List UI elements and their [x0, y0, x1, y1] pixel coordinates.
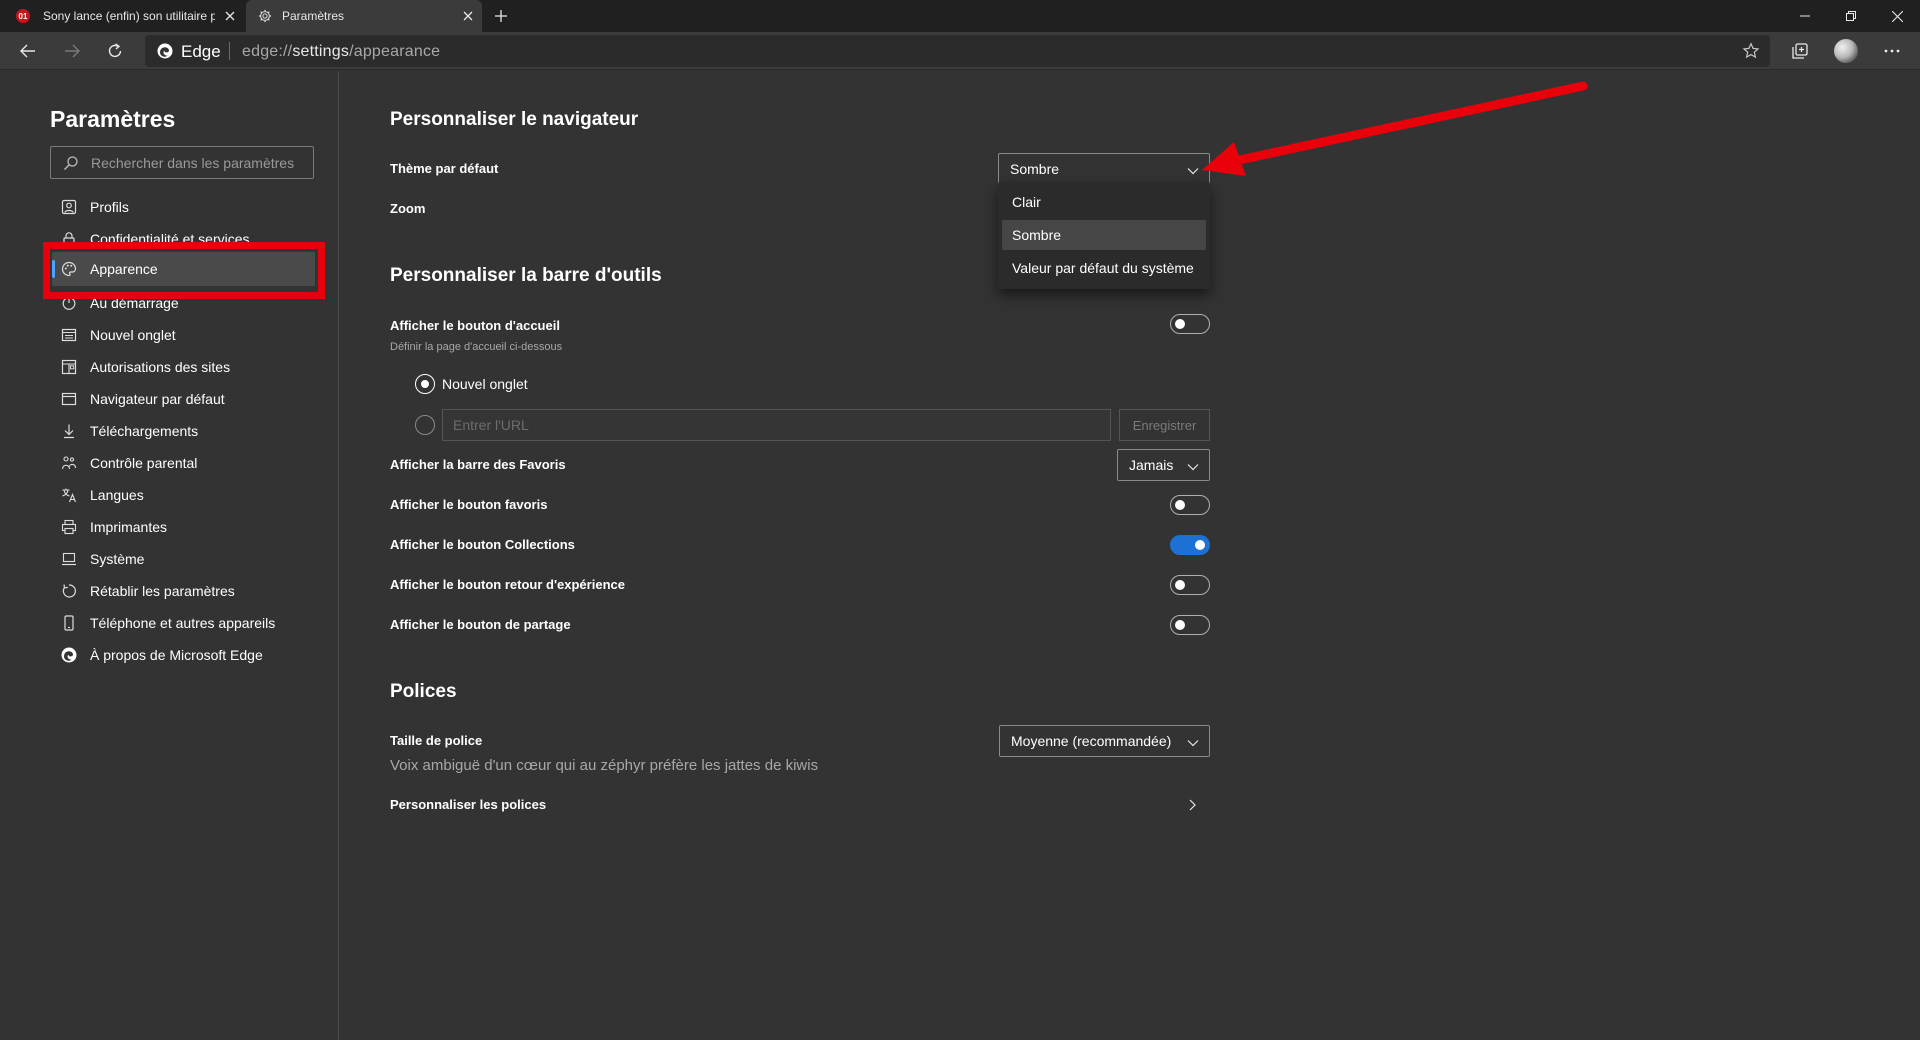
sidebar-item-languages[interactable]: Langues [52, 480, 322, 510]
close-icon[interactable] [460, 8, 476, 24]
search-input[interactable] [91, 152, 305, 174]
share-button-toggle[interactable] [1170, 615, 1210, 635]
profile-icon [61, 199, 77, 215]
radio-new-tab[interactable] [415, 374, 435, 394]
restore-icon[interactable] [1828, 0, 1874, 32]
site-permissions-icon [61, 359, 77, 375]
theme-option-system[interactable]: Valeur par défaut du système [1002, 253, 1206, 283]
collections-icon[interactable] [1786, 37, 1814, 65]
phone-icon [61, 615, 77, 631]
language-icon [61, 487, 77, 503]
search-icon [63, 155, 79, 171]
theme-option-dark[interactable]: Sombre [1002, 220, 1206, 250]
sidebar-item-parental-control[interactable]: Contrôle parental [52, 448, 322, 478]
home-page-hint: Définir la page d'accueil ci-dessous [390, 341, 563, 353]
feedback-button-label: Afficher le bouton retour d'expérience [390, 577, 625, 592]
forward-arrow-icon[interactable] [58, 37, 86, 65]
reset-icon [61, 583, 77, 599]
tab-title: Paramètres [282, 9, 345, 23]
section-title-browser: Personnaliser le navigateur [390, 109, 639, 130]
avatar[interactable] [1832, 37, 1860, 65]
theme-label: Thème par défaut [390, 161, 499, 176]
radio-custom-url[interactable] [415, 415, 435, 435]
sidebar-item-about[interactable]: À propos de Microsoft Edge [52, 640, 322, 670]
sidebar-item-default-browser[interactable]: Navigateur par défaut [52, 384, 322, 414]
home-url-input[interactable] [442, 409, 1111, 441]
feedback-button-toggle[interactable] [1170, 575, 1210, 595]
tab-bar: 01 Sony lance (enfin) son utilitaire p P… [0, 0, 1920, 32]
new-tab-icon [61, 327, 77, 343]
share-button-label: Afficher le bouton de partage [390, 617, 571, 632]
close-window-icon[interactable] [1874, 0, 1920, 32]
font-size-dropdown[interactable]: Moyenne (recommandée) [999, 725, 1210, 757]
annotation-highlight-box [43, 242, 325, 299]
printer-icon [61, 519, 77, 535]
favorites-button-label: Afficher le bouton favoris [390, 497, 548, 512]
annotation-arrow [1202, 81, 1588, 176]
collections-button-label: Afficher le bouton Collections [390, 537, 575, 552]
sidebar-item-downloads[interactable]: Téléchargements [52, 416, 322, 446]
theme-dropdown[interactable]: Sombre [998, 153, 1210, 185]
sidebar-item-reset[interactable]: Rétablir les paramètres [52, 576, 322, 606]
section-title-fonts: Polices [390, 681, 457, 702]
url-text[interactable]: edge://settings/appearance [242, 43, 440, 61]
save-button[interactable]: Enregistrer [1119, 409, 1210, 441]
tab-title: Sony lance (enfin) son utilitaire p [43, 9, 215, 23]
chevron-down-icon [1187, 736, 1199, 748]
computer-icon [61, 551, 77, 567]
favorites-bar-label: Afficher la barre des Favoris [390, 457, 566, 472]
sidebar-item-site-permissions[interactable]: Autorisations des sites [52, 352, 322, 382]
more-options-icon[interactable] [1878, 37, 1906, 65]
refresh-icon[interactable] [101, 37, 129, 65]
home-button-toggle[interactable] [1170, 314, 1210, 334]
edge-logo-icon [157, 43, 173, 59]
collections-button-toggle[interactable] [1170, 535, 1210, 555]
site-identity-label: Edge [181, 42, 221, 61]
browser-icon [61, 391, 77, 407]
favorites-bar-dropdown[interactable]: Jamais [1117, 449, 1210, 481]
family-icon [61, 455, 77, 471]
minimize-icon[interactable] [1782, 0, 1828, 32]
sidebar-title: Paramètres [50, 106, 176, 132]
section-title-toolbar: Personnaliser la barre d'outils [390, 265, 662, 286]
font-size-label: Taille de police [390, 733, 483, 748]
sidebar-item-profiles[interactable]: Profils [52, 192, 322, 222]
chevron-right-icon[interactable] [1185, 798, 1199, 812]
tab-article[interactable]: 01 Sony lance (enfin) son utilitaire p [0, 0, 243, 32]
sidebar-item-system[interactable]: Système [52, 544, 322, 574]
radio-new-tab-label: Nouvel onglet [442, 376, 528, 392]
edge-logo-icon [61, 647, 77, 663]
settings-sidebar: Paramètres Profils Confidentialité et se… [0, 71, 339, 1040]
download-icon [61, 423, 77, 439]
address-bar[interactable]: Edge edge://settings/appearance [145, 35, 1770, 67]
new-tab-plus-icon[interactable] [489, 5, 513, 27]
sidebar-item-phone[interactable]: Téléphone et autres appareils [52, 608, 322, 638]
favorite-star-icon[interactable] [1742, 42, 1760, 60]
back-arrow-icon[interactable] [14, 37, 42, 65]
address-separator [229, 42, 230, 60]
gear-icon [258, 9, 272, 23]
theme-dropdown-menu: Clair Sombre Valeur par défaut du systèm… [998, 182, 1210, 289]
theme-option-light[interactable]: Clair [1002, 187, 1206, 217]
customize-fonts-link[interactable]: Personnaliser les polices [390, 797, 546, 812]
sidebar-item-printers[interactable]: Imprimantes [52, 512, 322, 542]
01-net-icon: 01 [16, 9, 30, 23]
close-icon[interactable] [222, 8, 238, 24]
browser-toolbar: Edge edge://settings/appearance [0, 32, 1920, 70]
chevron-down-icon [1187, 460, 1199, 472]
favorites-button-toggle[interactable] [1170, 495, 1210, 515]
settings-search[interactable] [50, 146, 314, 179]
font-preview-text: Voix ambiguë d'un cœur qui au zéphyr pré… [390, 757, 819, 774]
tab-settings[interactable]: Paramètres [246, 0, 482, 32]
sidebar-item-new-tab[interactable]: Nouvel onglet [52, 320, 322, 350]
zoom-label: Zoom [390, 201, 426, 216]
home-button-label: Afficher le bouton d'accueil [390, 318, 560, 333]
